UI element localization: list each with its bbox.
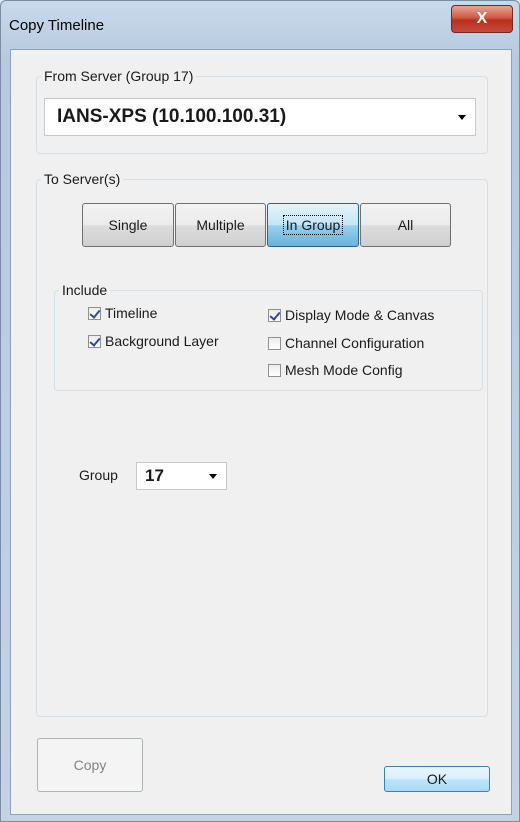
group-combo-value: 17 — [145, 466, 164, 485]
mesh-mode-config-checkbox[interactable]: Mesh Mode Config — [268, 362, 403, 378]
background-layer-checkbox-label: Background Layer — [105, 333, 219, 349]
background-layer-checkbox[interactable]: Background Layer — [88, 333, 219, 349]
display-mode-canvas-checkbox-label: Display Mode & Canvas — [285, 307, 435, 323]
mode-in-group-label: In Group — [282, 215, 344, 235]
from-server-group: From Server (Group 17) IANS-XPS (10.100.… — [36, 68, 488, 154]
channel-configuration-checkbox[interactable]: Channel Configuration — [268, 335, 424, 351]
window-title: Copy Timeline — [9, 17, 105, 34]
mode-all-button[interactable]: All — [360, 203, 451, 247]
checkbox-checked-icon — [88, 334, 101, 348]
include-legend: Include — [62, 282, 108, 298]
from-server-value: IANS-XPS (10.100.100.31) — [57, 106, 287, 127]
timeline-checkbox[interactable]: Timeline — [88, 305, 157, 321]
copy-timeline-dialog: Copy Timeline X From Server (Group 17) I… — [0, 0, 520, 822]
checkbox-checked-icon — [88, 306, 101, 320]
to-servers-group: To Server(s) Single Multiple In Group Al… — [36, 171, 488, 717]
mode-multiple-label: Multiple — [196, 217, 245, 233]
group-combo[interactable]: 17 — [136, 462, 227, 490]
mode-all-label: All — [397, 217, 414, 233]
mode-in-group-button[interactable]: In Group — [267, 203, 359, 247]
mode-single-button[interactable]: Single — [82, 203, 174, 247]
from-server-legend: From Server (Group 17) — [44, 68, 194, 84]
mesh-mode-config-checkbox-label: Mesh Mode Config — [285, 362, 403, 378]
dropdown-arrow-icon — [458, 115, 466, 120]
mode-multiple-button[interactable]: Multiple — [175, 203, 266, 247]
group-label: Group — [79, 467, 118, 483]
display-mode-canvas-checkbox[interactable]: Display Mode & Canvas — [268, 307, 434, 323]
checkbox-unchecked-icon — [268, 363, 281, 377]
timeline-checkbox-label: Timeline — [105, 305, 158, 321]
to-servers-legend: To Server(s) — [44, 171, 121, 187]
checkbox-unchecked-icon — [268, 336, 281, 350]
ok-button[interactable]: OK — [384, 766, 490, 792]
dialog-body: From Server (Group 17) IANS-XPS (10.100.… — [10, 49, 512, 815]
channel-configuration-checkbox-label: Channel Configuration — [285, 335, 425, 351]
close-button[interactable]: X — [451, 5, 513, 33]
dropdown-arrow-icon — [209, 474, 217, 479]
checkbox-checked-icon — [268, 308, 281, 322]
from-server-combo[interactable]: IANS-XPS (10.100.100.31) — [44, 98, 476, 136]
include-group: Include Timeline Background Layer Displa… — [54, 282, 483, 391]
copy-button[interactable]: Copy — [37, 738, 143, 792]
mode-single-label: Single — [108, 217, 148, 233]
